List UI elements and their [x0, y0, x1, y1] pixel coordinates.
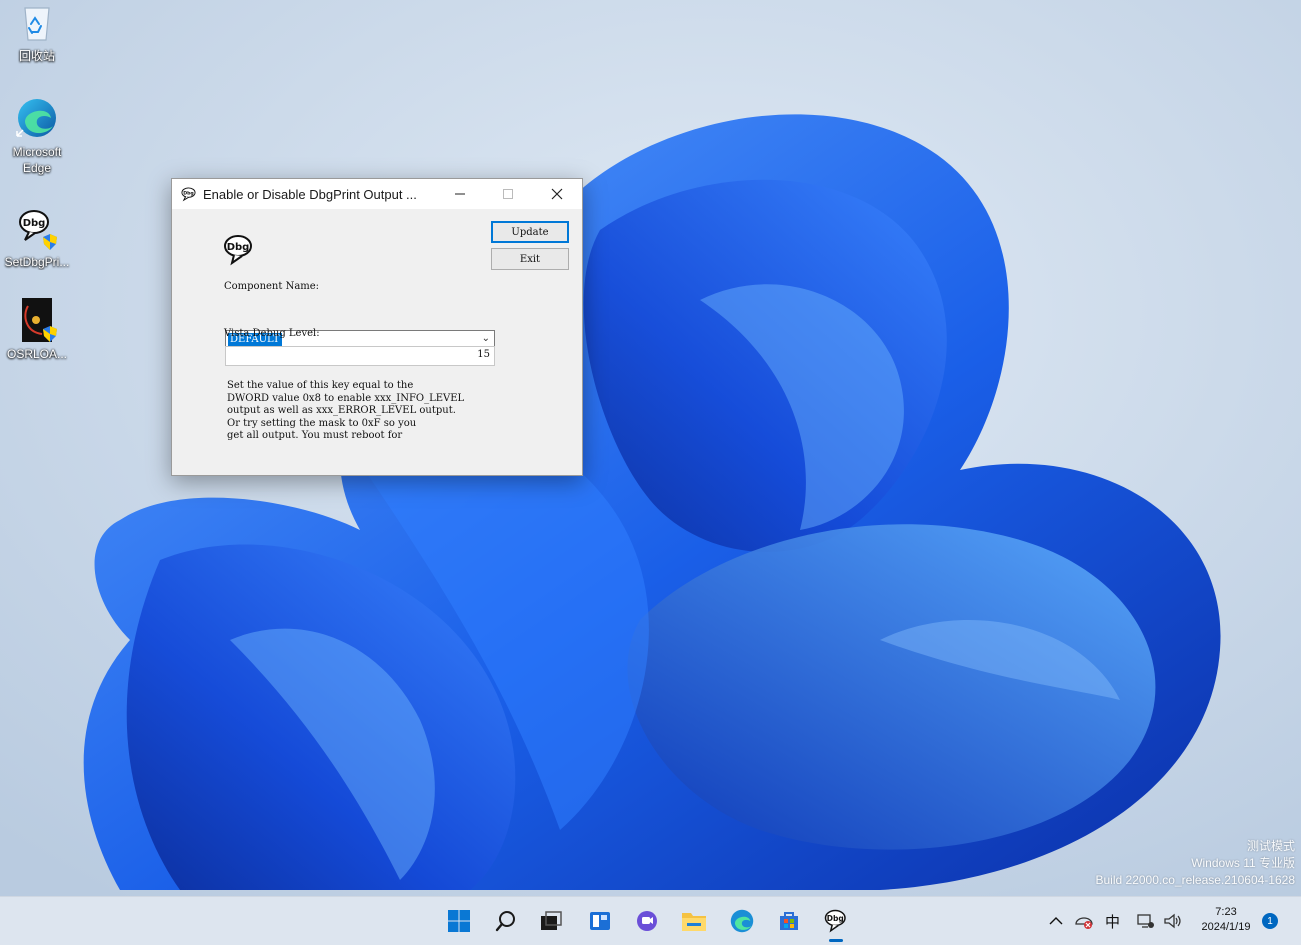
edge-label-text: Microsoft Edge [12, 145, 62, 175]
chevron-down-icon[interactable]: ⌄ [482, 333, 490, 344]
store-button[interactable] [773, 905, 805, 937]
chevron-up-icon [1049, 917, 1063, 925]
file-explorer-button[interactable] [678, 905, 710, 937]
notification-badge[interactable]: 1 [1262, 913, 1278, 929]
dialog-titlebar[interactable]: Dbg Enable or Disable DbgPrint Output ..… [172, 179, 582, 209]
taskbar-edge-button[interactable] [726, 905, 758, 937]
uac-shield-icon [43, 326, 57, 342]
input-method-indicator[interactable]: 中 [1105, 897, 1120, 945]
svg-text:Dbg: Dbg [183, 190, 194, 196]
svg-text:Dbg: Dbg [23, 218, 46, 229]
search-icon [495, 911, 515, 932]
desktop-icon-recycle-bin[interactable]: 回收站 [0, 0, 74, 64]
dialog-client-area: Dbg Update Exit Component Name: DEFAULT … [172, 210, 582, 475]
network-icon [1137, 914, 1154, 928]
close-button[interactable] [534, 179, 580, 209]
description-text: Set the value of this key equal to the D… [227, 380, 465, 441]
task-view-button[interactable] [535, 905, 567, 937]
windows-start-icon [448, 910, 470, 932]
edge-icon [15, 96, 59, 140]
test-mode-watermark: 测试模式 Windows 11 专业版 Build 22000.co_relea… [1096, 838, 1296, 889]
tray-network-button[interactable] [1137, 897, 1155, 945]
dbg-logo-icon: Dbg [224, 235, 252, 266]
watermark-line-3: Build 22000.co_release.210604-1628 [1095, 873, 1296, 887]
chat-icon [637, 911, 657, 931]
dbgprint-dialog: Dbg Enable or Disable DbgPrint Output ..… [171, 178, 583, 476]
svg-text:Dbg: Dbg [827, 914, 844, 923]
minimize-button[interactable] [437, 179, 483, 209]
volume-icon [1164, 913, 1181, 929]
desktop-icon-label: OSRLOA... [6, 347, 68, 361]
uac-shield-icon [43, 234, 57, 250]
taskbar: Dbg 中 7:23 2024/1/19 1 [0, 896, 1301, 945]
desktop-icon-osrloader[interactable]: OSRLOA... [0, 298, 74, 362]
component-name-label: Component Name: [224, 281, 320, 292]
dbg-logo-text: Dbg [227, 242, 250, 253]
recycle-bin-icon [15, 0, 59, 44]
dbg-app-icon: Dbg [15, 206, 59, 250]
debug-level-label: Vista Debug Level: [224, 328, 320, 339]
clock-date: 2024/1/19 [1201, 921, 1251, 933]
file-explorer-icon [682, 913, 706, 931]
edge-icon [730, 909, 754, 933]
update-button[interactable]: Update [491, 221, 569, 243]
maximize-icon [503, 189, 513, 199]
osrloader-icon [15, 298, 59, 342]
dialog-title: Enable or Disable DbgPrint Output ... [203, 186, 417, 202]
debug-level-input[interactable]: 15 [225, 346, 495, 366]
desktop-icon-label: 回收站 [18, 49, 55, 63]
start-button[interactable] [443, 905, 475, 937]
show-hidden-icons-button[interactable] [1049, 897, 1063, 945]
debug-level-value: 15 [477, 349, 490, 360]
widgets-button[interactable] [584, 905, 616, 937]
desktop-icon-edge[interactable]: Microsoft Edge [0, 96, 74, 176]
clock-time: 7:23 [1215, 906, 1237, 918]
desktop-icon-setdbgprint[interactable]: Dbg SetDbgPri... [0, 206, 74, 270]
watermark-line-2: Windows 11 专业版 [1191, 856, 1295, 870]
tray-network-error-icon-button[interactable] [1074, 897, 1094, 945]
watermark-line-1: 测试模式 [1246, 839, 1295, 853]
close-icon [551, 188, 563, 200]
desktop-icon-label: Microsoft Edge [0, 144, 74, 176]
maximize-button[interactable] [485, 179, 531, 209]
minimize-icon [455, 193, 465, 195]
dbg-app-icon: Dbg [824, 909, 846, 933]
taskbar-search-button[interactable] [490, 905, 522, 937]
widgets-icon [590, 912, 610, 930]
tray-volume-button[interactable] [1164, 897, 1182, 945]
exit-button[interactable]: Exit [491, 248, 569, 270]
desktop-icon-label: SetDbgPri... [4, 255, 70, 269]
taskbar-dbg-app-button[interactable]: Dbg [820, 905, 852, 942]
dbg-app-icon: Dbg [181, 186, 196, 201]
store-icon [780, 912, 798, 930]
taskbar-clock[interactable]: 7:23 2024/1/19 [1196, 905, 1256, 935]
chat-button[interactable] [631, 905, 663, 937]
task-view-icon [541, 911, 562, 930]
network-error-icon [1075, 917, 1093, 929]
